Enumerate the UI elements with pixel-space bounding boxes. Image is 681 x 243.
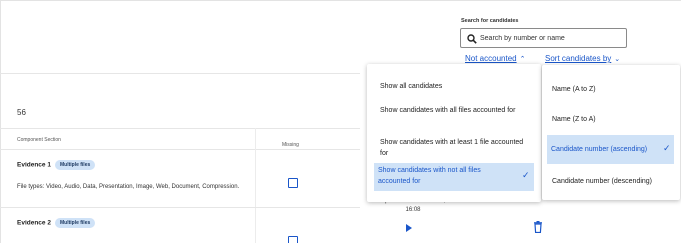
sort-label: Sort candidates by [545,54,612,63]
search-input[interactable] [480,32,620,45]
row-divider [0,207,360,208]
candidate-count: 56 [17,108,26,117]
divider [0,73,360,74]
play-icon[interactable] [406,224,412,232]
not-accounted-filter-button[interactable]: Not accounted ⌃ [465,54,525,63]
sort-option-name-asc[interactable]: Name (A to Z) [552,84,596,95]
filter-option-all[interactable]: Show all candidates [380,81,442,92]
column-header-missing: Missing [282,142,299,148]
filter-option-all-accounted[interactable]: Show candidates with all files accounted… [380,105,530,116]
sort-option-name-desc[interactable]: Name (Z to A) [552,114,596,125]
filter-option-not-all-accounted[interactable]: Show candidates with not all files accou… [374,163,534,191]
row-title-text: Evidence 1 [17,161,51,169]
missing-checkbox[interactable] [288,178,298,188]
checkmark-icon: ✓ [522,170,530,180]
sort-option-label: Candidate number (ascending) [551,146,648,153]
search-caption: Search for candidates [461,18,519,24]
filter-option-at-least-one[interactable]: Show candidates with at least 1 file acc… [380,137,530,159]
chevron-down-icon: ⌄ [614,56,621,63]
filter-option-label: Show candidates with not all files accou… [378,167,481,185]
filter-menu: Show all candidates Show candidates with… [367,64,541,202]
not-accounted-label: Not accounted [465,54,517,63]
upload-time: 16:08 [405,207,421,213]
sort-option-number-asc[interactable]: Candidate number (ascending) ✓ [547,135,674,164]
checkmark-icon: ✓ [663,143,671,153]
sort-menu: Name (A to Z) Name (Z to A) Candidate nu… [542,65,680,200]
table-row-title: Evidence 1 Multiple files [17,160,96,170]
sort-option-number-desc[interactable]: Candidate number (descending) [552,176,652,187]
multiple-files-badge: Multiple files [54,218,96,228]
row-title-text: Evidence 2 [17,219,51,227]
chevron-up-icon: ⌃ [519,56,526,63]
search-icon [467,34,477,44]
search-field[interactable] [460,28,627,48]
missing-checkbox[interactable] [288,236,298,243]
trash-icon[interactable] [533,221,543,233]
file-types-text: File types: Video, Audio, Data, Presenta… [17,184,240,190]
multiple-files-badge: Multiple files [54,160,96,170]
column-header-component: Component Section [17,137,61,143]
column-divider [255,128,256,243]
sort-candidates-button[interactable]: Sort candidates by ⌄ [545,54,620,63]
table-row-title: Evidence 2 Multiple files [17,218,96,228]
